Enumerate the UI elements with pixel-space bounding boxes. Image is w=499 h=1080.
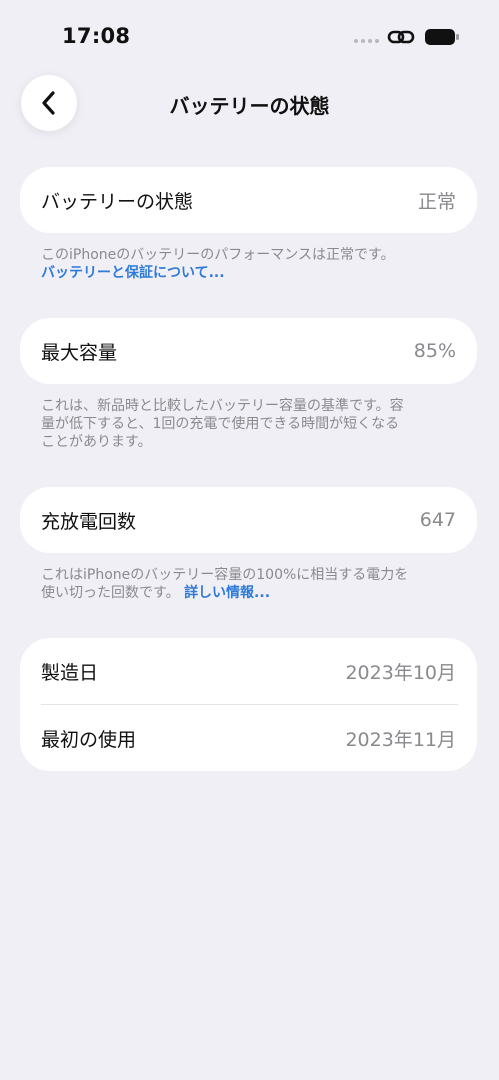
battery-icon (425, 29, 459, 45)
first-use-value: 2023年11月 (345, 728, 456, 751)
max-capacity-footnote-line: これは、新品時と比較したバッテリー容量の基準です。容 (41, 398, 404, 414)
battery-health-footnote-text: このiPhoneのバッテリーのパフォーマンスは正常です。 (41, 247, 395, 263)
status-bar: 17:08 (0, 0, 499, 70)
first-use-row: 最初の使用 2023年11月 (20, 705, 477, 771)
cycle-count-value: 647 (419, 509, 456, 531)
manufacture-date-value: 2023年10月 (345, 661, 456, 684)
dates-card: 製造日 2023年10月 最初の使用 2023年11月 (20, 638, 477, 771)
max-capacity-label: 最大容量 (41, 341, 118, 364)
cycle-count-card: 充放電回数 647 (20, 487, 477, 553)
battery-health-screen: 17:08 バッテリーの状態 バッテリーの状態 正常 このiPhoneのバッテリ… (0, 0, 499, 1080)
first-use-label: 最初の使用 (41, 728, 137, 751)
max-capacity-value: 85% (413, 340, 456, 362)
max-capacity-footnote-line: ことがあります。 (41, 434, 152, 450)
max-capacity-footnote-line: 量が低下すると、1回の充電で使用できる時間が短くなる (41, 416, 400, 432)
battery-health-value: 正常 (417, 190, 456, 213)
manufacture-date-row: 製造日 2023年10月 (20, 638, 477, 704)
battery-health-card: バッテリーの状態 正常 (20, 167, 477, 233)
max-capacity-card: 最大容量 85% (20, 318, 477, 384)
manufacture-date-label: 製造日 (41, 661, 99, 684)
link-icon (387, 30, 415, 44)
max-capacity-row: 最大容量 85% (20, 318, 477, 384)
signal-dots-icon (354, 39, 379, 43)
status-time: 17:08 (62, 24, 131, 48)
cycle-count-footnote-line: これはiPhoneのバッテリー容量の100%に相当する電力を (41, 567, 409, 583)
page-title: バッテリーの状態 (169, 94, 330, 118)
cycle-count-footnote: これはiPhoneのバッテリー容量の100%に相当する電力を 使い切った回数です… (41, 566, 461, 602)
battery-health-row: バッテリーの状態 正常 (20, 167, 477, 233)
cycle-count-footnote-line: 使い切った回数です。 (41, 585, 180, 601)
cycle-count-label: 充放電回数 (41, 510, 137, 533)
max-capacity-footnote: これは、新品時と比較したバッテリー容量の基準です。容 量が低下すると、1回の充電… (41, 397, 461, 451)
battery-health-label: バッテリーの状態 (41, 190, 194, 213)
battery-health-footnote: このiPhoneのバッテリーのパフォーマンスは正常です。 バッテリーと保証につい… (41, 246, 461, 282)
cycle-count-row: 充放電回数 647 (20, 487, 477, 553)
battery-warranty-link[interactable]: バッテリーと保証について... (41, 264, 461, 282)
learn-more-link[interactable]: 詳しい情報... (184, 585, 270, 601)
